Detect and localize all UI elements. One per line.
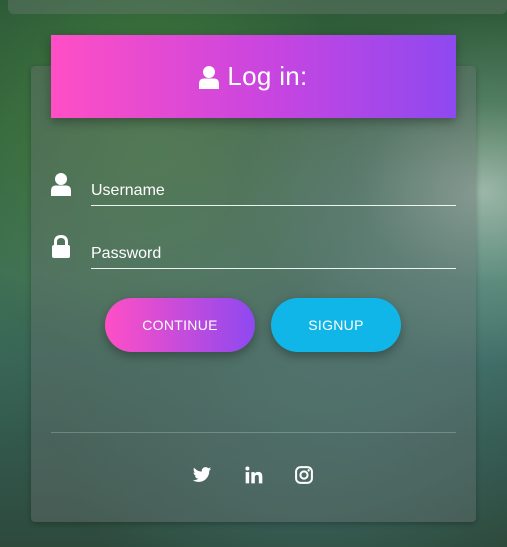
username-input[interactable] (91, 176, 456, 206)
signup-button[interactable]: SIGNUP (271, 298, 401, 352)
user-icon (51, 173, 71, 196)
page-title: Log in: (227, 61, 308, 91)
user-icon (199, 66, 220, 89)
login-header: Log in: (51, 35, 456, 118)
background-panel-strip (8, 0, 507, 14)
continue-button[interactable]: CONTINUE (105, 298, 255, 352)
password-input[interactable] (91, 239, 456, 269)
username-field (51, 172, 456, 212)
divider (51, 432, 456, 433)
password-field (51, 235, 456, 275)
instagram-icon[interactable] (294, 465, 314, 485)
lock-icon (52, 235, 70, 258)
linkedin-icon[interactable] (244, 465, 264, 485)
login-card (31, 66, 476, 522)
twitter-icon[interactable] (192, 465, 212, 485)
